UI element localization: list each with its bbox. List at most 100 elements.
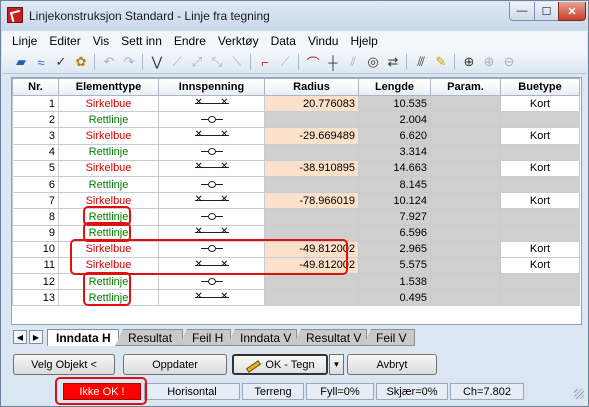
minimize-button[interactable]: — [509,2,535,21]
cell-elementtype[interactable]: Sirkelbue [58,94,159,113]
cell-innspenning[interactable]: ✕ ✕ [158,127,265,145]
cell-elementtype[interactable]: Rettlinje [58,143,159,161]
cell-param[interactable] [430,224,501,242]
cell-buetype[interactable]: Kort [500,159,580,177]
tab-feil-h[interactable]: Feil H [179,329,231,346]
cell-lengde[interactable]: 7.927 [358,208,431,226]
cell-nr[interactable]: 3 [12,127,59,145]
straight-icon[interactable]: ⤢ [188,53,206,71]
close-button[interactable]: ✕ [558,2,586,21]
cross-icon[interactable]: ┼ [324,53,342,71]
settings-icon[interactable]: ✿ [72,53,90,71]
cell-elementtype[interactable]: Rettlinje [58,224,159,242]
resize-grip-icon[interactable] [574,389,584,399]
col-header-nr[interactable]: Nr. [12,78,59,96]
cell-nr[interactable]: 12 [12,273,59,291]
ok-draw-button[interactable]: OK - Tegn [232,354,328,375]
col-header-elementtype[interactable]: Elementtype [58,78,159,96]
parallel-icon[interactable]: ⫽ [344,53,362,71]
table-row[interactable]: 3 Sirkelbue ✕ ✕ -29.669489 6.620 Kort [12,127,580,145]
cell-param[interactable] [430,256,501,275]
cell-radius[interactable]: -78.966019 [264,192,359,210]
cell-param[interactable] [430,289,501,307]
tab-prev-button[interactable]: ◀ [13,330,27,344]
cell-innspenning[interactable] [158,208,265,226]
cell-buetype[interactable] [500,175,580,194]
ok-dropdown-button[interactable]: ▼ [329,354,344,375]
cell-param[interactable] [430,192,501,210]
curve-icon[interactable]: ⟋ [276,53,294,71]
zoom-icon[interactable]: ⊕ [460,53,478,71]
tab-resultat-v[interactable]: Resultat V [293,329,367,346]
cell-nr[interactable]: 9 [12,224,59,242]
menu-endre[interactable]: Endre [168,34,212,48]
cell-lengde[interactable]: 0.495 [358,289,431,307]
check-icon[interactable]: ✓ [52,53,70,71]
arc-curve-icon[interactable]: ⟋ [168,53,186,71]
cell-param[interactable] [430,94,501,113]
cell-lengde[interactable]: 10.124 [358,192,431,210]
zoom-out-icon[interactable]: ⊖ [500,53,518,71]
hat-icon[interactable]: ⌒ [304,53,322,71]
cell-buetype[interactable]: Kort [500,94,580,113]
cell-lengde[interactable]: 10.535 [358,94,431,113]
cell-radius[interactable] [264,289,359,307]
cell-nr[interactable]: 10 [12,240,59,258]
cell-innspenning[interactable]: ✕ ✕ [158,192,265,210]
cell-param[interactable] [430,143,501,161]
cell-lengde[interactable]: 5.575 [358,256,431,275]
menu-vis[interactable]: Vis [87,34,115,48]
wave-icon[interactable]: ≈ [32,53,50,71]
cell-lengde[interactable]: 3.314 [358,143,431,161]
cell-innspenning[interactable] [158,111,265,129]
cell-nr[interactable]: 13 [12,289,59,307]
cell-nr[interactable]: 8 [12,208,59,226]
cell-innspenning[interactable]: ✕ ✕ [158,224,265,242]
cell-buetype[interactable] [500,208,580,226]
update-button[interactable]: Oppdater [123,354,227,375]
table-row[interactable]: 5 Sirkelbue ✕ ✕ -38.910895 14.663 Kort [12,159,580,177]
cell-buetype[interactable]: Kort [500,192,580,210]
table-row[interactable]: 13 Rettlinje ✕ ✕ 0.495 [12,289,580,307]
cell-radius[interactable] [264,273,359,291]
cell-innspenning[interactable]: ✕ ✕ [158,159,265,177]
cell-param[interactable] [430,208,501,226]
cell-innspenning[interactable] [158,273,265,291]
cell-param[interactable] [430,111,501,129]
spline-icon[interactable]: ⤡ [208,53,226,71]
tab-next-button[interactable]: ▶ [29,330,43,344]
table-row[interactable]: 6 Rettlinje 8.145 [12,175,580,194]
corner-curve-icon[interactable]: ⌐ [256,53,274,71]
cell-innspenning[interactable]: ✕ ✕ [158,94,265,113]
cell-radius[interactable]: 20.776083 [264,94,359,113]
redo-icon[interactable]: ↷ [120,53,138,71]
cell-radius[interactable]: -49.812002 [264,256,359,275]
table-row[interactable]: 11 Sirkelbue ✕ ✕ -49.812002 5.575 Kort [12,256,580,275]
pencil-icon[interactable]: ✎ [432,53,450,71]
maximize-button[interactable]: ☐ [534,2,559,21]
cell-nr[interactable]: 6 [12,175,59,194]
cell-buetype[interactable] [500,143,580,161]
table-row[interactable]: 8 Rettlinje 7.927 [12,208,580,226]
title-bar[interactable]: Linjekonstruksjon Standard - Linje fra t… [1,1,588,31]
table-row[interactable]: 4 Rettlinje 3.314 [12,143,580,161]
cell-param[interactable] [430,127,501,145]
cell-radius[interactable]: -49.812002 [264,240,359,258]
cancel-button[interactable]: Avbryt [347,354,437,375]
cell-radius[interactable]: -38.910895 [264,159,359,177]
cell-buetype[interactable] [500,111,580,129]
hatch-icon[interactable]: ⫻ [412,53,430,71]
cell-param[interactable] [430,240,501,258]
menu-linje[interactable]: Linje [2,34,43,48]
swap-icon[interactable]: ⇄ [384,53,402,71]
corner-icon[interactable]: ⟍ [228,53,246,71]
cell-param[interactable] [430,159,501,177]
cell-buetype[interactable]: Kort [500,240,580,258]
new-line-icon[interactable]: ▰ [12,53,30,71]
col-header-lengde[interactable]: Lengde [358,78,431,96]
tab-inndata-v[interactable]: Inndata V [227,329,297,346]
cell-elementtype[interactable]: Rettlinje [58,175,159,194]
menu-hjelp[interactable]: Hjelp [344,34,383,48]
col-header-radius[interactable]: Radius [264,78,359,96]
cell-elementtype[interactable]: Sirkelbue [58,256,159,275]
